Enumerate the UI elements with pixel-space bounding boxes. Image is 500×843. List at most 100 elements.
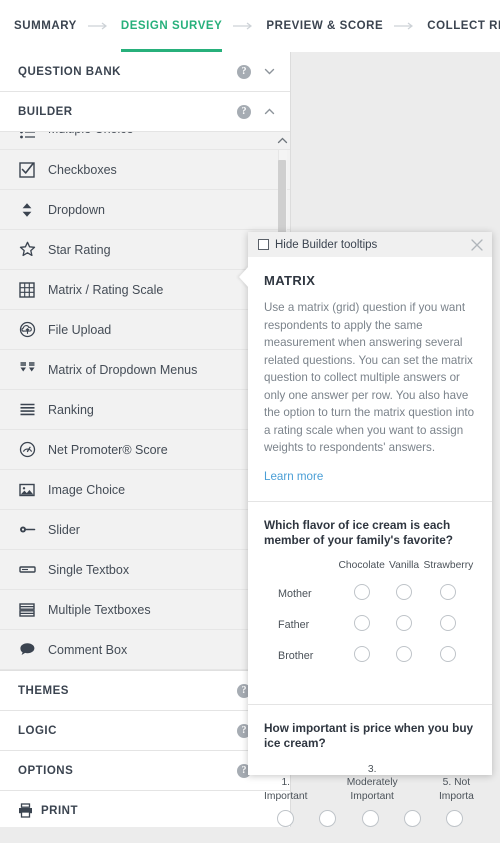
- sidebar-section-builder[interactable]: BUILDER ?: [0, 92, 290, 132]
- printer-icon: [18, 803, 34, 819]
- survey-builder-page: SUMMARY DESIGN SURVEY PREVIEW & SCORE CO…: [0, 0, 500, 827]
- matrix-cell[interactable]: [421, 641, 476, 672]
- matrix-cell[interactable]: [421, 610, 476, 641]
- sidebar-section-label: OPTIONS: [18, 765, 237, 777]
- matrix-cell[interactable]: [336, 610, 387, 641]
- radio-button[interactable]: [319, 810, 336, 827]
- multiple-textboxes-icon: [18, 601, 36, 619]
- radio-button[interactable]: [404, 810, 421, 827]
- question-type-star-rating[interactable]: Star Rating: [0, 230, 290, 270]
- radio-button[interactable]: [440, 646, 456, 662]
- scale-option[interactable]: [264, 810, 306, 827]
- row-label: Father: [264, 610, 336, 641]
- nav-tab-label: DESIGN SURVEY: [121, 20, 223, 32]
- nav-tab-label: PREVIEW & SCORE: [266, 20, 383, 32]
- sidebar-section-label: QUESTION BANK: [18, 66, 237, 78]
- radio-button[interactable]: [396, 615, 412, 631]
- print-label: PRINT: [41, 805, 78, 817]
- radio-button[interactable]: [396, 584, 412, 600]
- gauge-icon: [18, 441, 36, 459]
- radio-button[interactable]: [440, 615, 456, 631]
- question-type-label: Matrix of Dropdown Menus: [48, 363, 197, 377]
- table-row: Father: [264, 610, 476, 641]
- help-icon[interactable]: ?: [237, 105, 251, 119]
- scale-option[interactable]: [306, 810, 348, 827]
- radio-button[interactable]: [362, 810, 379, 827]
- scale-option[interactable]: [391, 810, 433, 827]
- row-label: Brother: [264, 641, 336, 672]
- grid-icon: [18, 281, 36, 299]
- sidebar-section-question-bank[interactable]: QUESTION BANK ?: [0, 52, 290, 92]
- nav-tab-summary[interactable]: SUMMARY: [0, 0, 77, 52]
- scale-label: 3. Moderately Important: [347, 763, 398, 804]
- nav-tab-label: COLLECT RESPONSES: [427, 20, 500, 32]
- sidebar-section-options[interactable]: OPTIONS ?: [0, 751, 290, 791]
- radio-button[interactable]: [446, 810, 463, 827]
- example-rating-scale-question: How important is price when you buy ice …: [248, 705, 492, 843]
- table-header-row: Chocolate Vanilla Strawberry: [264, 560, 476, 579]
- radio-button[interactable]: [440, 584, 456, 600]
- sidebar-section-label: LOGIC: [18, 725, 237, 737]
- print-button[interactable]: PRINT: [0, 791, 290, 827]
- question-type-comment-box[interactable]: Comment Box: [0, 630, 290, 670]
- question-type-image-choice[interactable]: Image Choice: [0, 470, 290, 510]
- single-textbox-icon: [18, 561, 36, 579]
- chevron-up-icon[interactable]: [276, 133, 288, 147]
- slider-icon: [18, 521, 36, 539]
- sidebar-section-label: THEMES: [18, 685, 237, 697]
- cloud-upload-icon: [18, 321, 36, 339]
- example-matrix-table: Chocolate Vanilla Strawberry Mother Fath…: [264, 560, 476, 672]
- tooltip-header: Hide Builder tooltips: [248, 232, 492, 257]
- radio-button[interactable]: [354, 646, 370, 662]
- radio-button[interactable]: [354, 584, 370, 600]
- question-type-checkboxes[interactable]: Checkboxes: [0, 150, 290, 190]
- nav-tab-preview-score[interactable]: PREVIEW & SCORE: [266, 0, 383, 52]
- matrix-cell[interactable]: [387, 579, 420, 610]
- hide-builder-tooltips-checkbox[interactable]: [258, 239, 269, 250]
- sidebar-section-logic[interactable]: LOGIC ?: [0, 711, 290, 751]
- star-icon: [18, 241, 36, 259]
- close-icon[interactable]: [470, 238, 484, 252]
- question-type-list: Multiple Choice Checkboxes Dropdown Star…: [0, 132, 290, 671]
- question-type-label: Multiple Textboxes: [48, 603, 151, 617]
- radio-button[interactable]: [277, 810, 294, 827]
- question-type-label: Image Choice: [48, 483, 125, 497]
- matrix-cell[interactable]: [387, 641, 420, 672]
- question-type-file-upload[interactable]: File Upload: [0, 310, 290, 350]
- question-type-matrix-dropdown-menus[interactable]: Matrix of Dropdown Menus: [0, 350, 290, 390]
- matrix-cell[interactable]: [387, 610, 420, 641]
- image-icon: [18, 481, 36, 499]
- rating-scale-radios: [264, 810, 476, 827]
- matrix-cell[interactable]: [336, 579, 387, 610]
- scale-option[interactable]: [434, 810, 476, 827]
- tooltip-description: Use a matrix (grid) question if you want…: [264, 299, 476, 457]
- scale-label: 5. Not Importa: [437, 763, 476, 804]
- question-type-net-promoter-score[interactable]: Net Promoter® Score: [0, 430, 290, 470]
- learn-more-link[interactable]: Learn more: [264, 470, 323, 483]
- question-type-label: Dropdown: [48, 203, 105, 217]
- help-icon[interactable]: ?: [237, 65, 251, 79]
- question-type-dropdown[interactable]: Dropdown: [0, 190, 290, 230]
- sidebar-section-themes[interactable]: THEMES ?: [0, 671, 290, 711]
- question-type-ranking[interactable]: Ranking: [0, 390, 290, 430]
- matrix-cell[interactable]: [421, 579, 476, 610]
- question-type-multiple-choice[interactable]: Multiple Choice: [0, 132, 290, 150]
- scale-label: [398, 763, 437, 804]
- rating-scale: 1. Important 3. Moderately Important 5. …: [264, 763, 476, 828]
- arrow-right-icon: [233, 0, 255, 52]
- chevron-up-icon[interactable]: [263, 105, 276, 118]
- question-type-slider[interactable]: Slider: [0, 510, 290, 550]
- matrix-cell[interactable]: [336, 641, 387, 672]
- nav-tab-collect-responses[interactable]: COLLECT RESPONSES: [427, 0, 500, 52]
- question-type-label: Matrix / Rating Scale: [48, 283, 163, 297]
- question-type-multiple-textboxes[interactable]: Multiple Textboxes: [0, 590, 290, 630]
- primary-nav: SUMMARY DESIGN SURVEY PREVIEW & SCORE CO…: [0, 0, 500, 53]
- radio-button[interactable]: [354, 615, 370, 631]
- chevron-down-icon[interactable]: [263, 65, 276, 78]
- radio-button[interactable]: [396, 646, 412, 662]
- question-type-single-textbox[interactable]: Single Textbox: [0, 550, 290, 590]
- question-type-label: Ranking: [48, 403, 94, 417]
- scale-option[interactable]: [349, 810, 391, 827]
- nav-tab-design-survey[interactable]: DESIGN SURVEY: [121, 0, 223, 52]
- column-header: Vanilla: [387, 560, 420, 579]
